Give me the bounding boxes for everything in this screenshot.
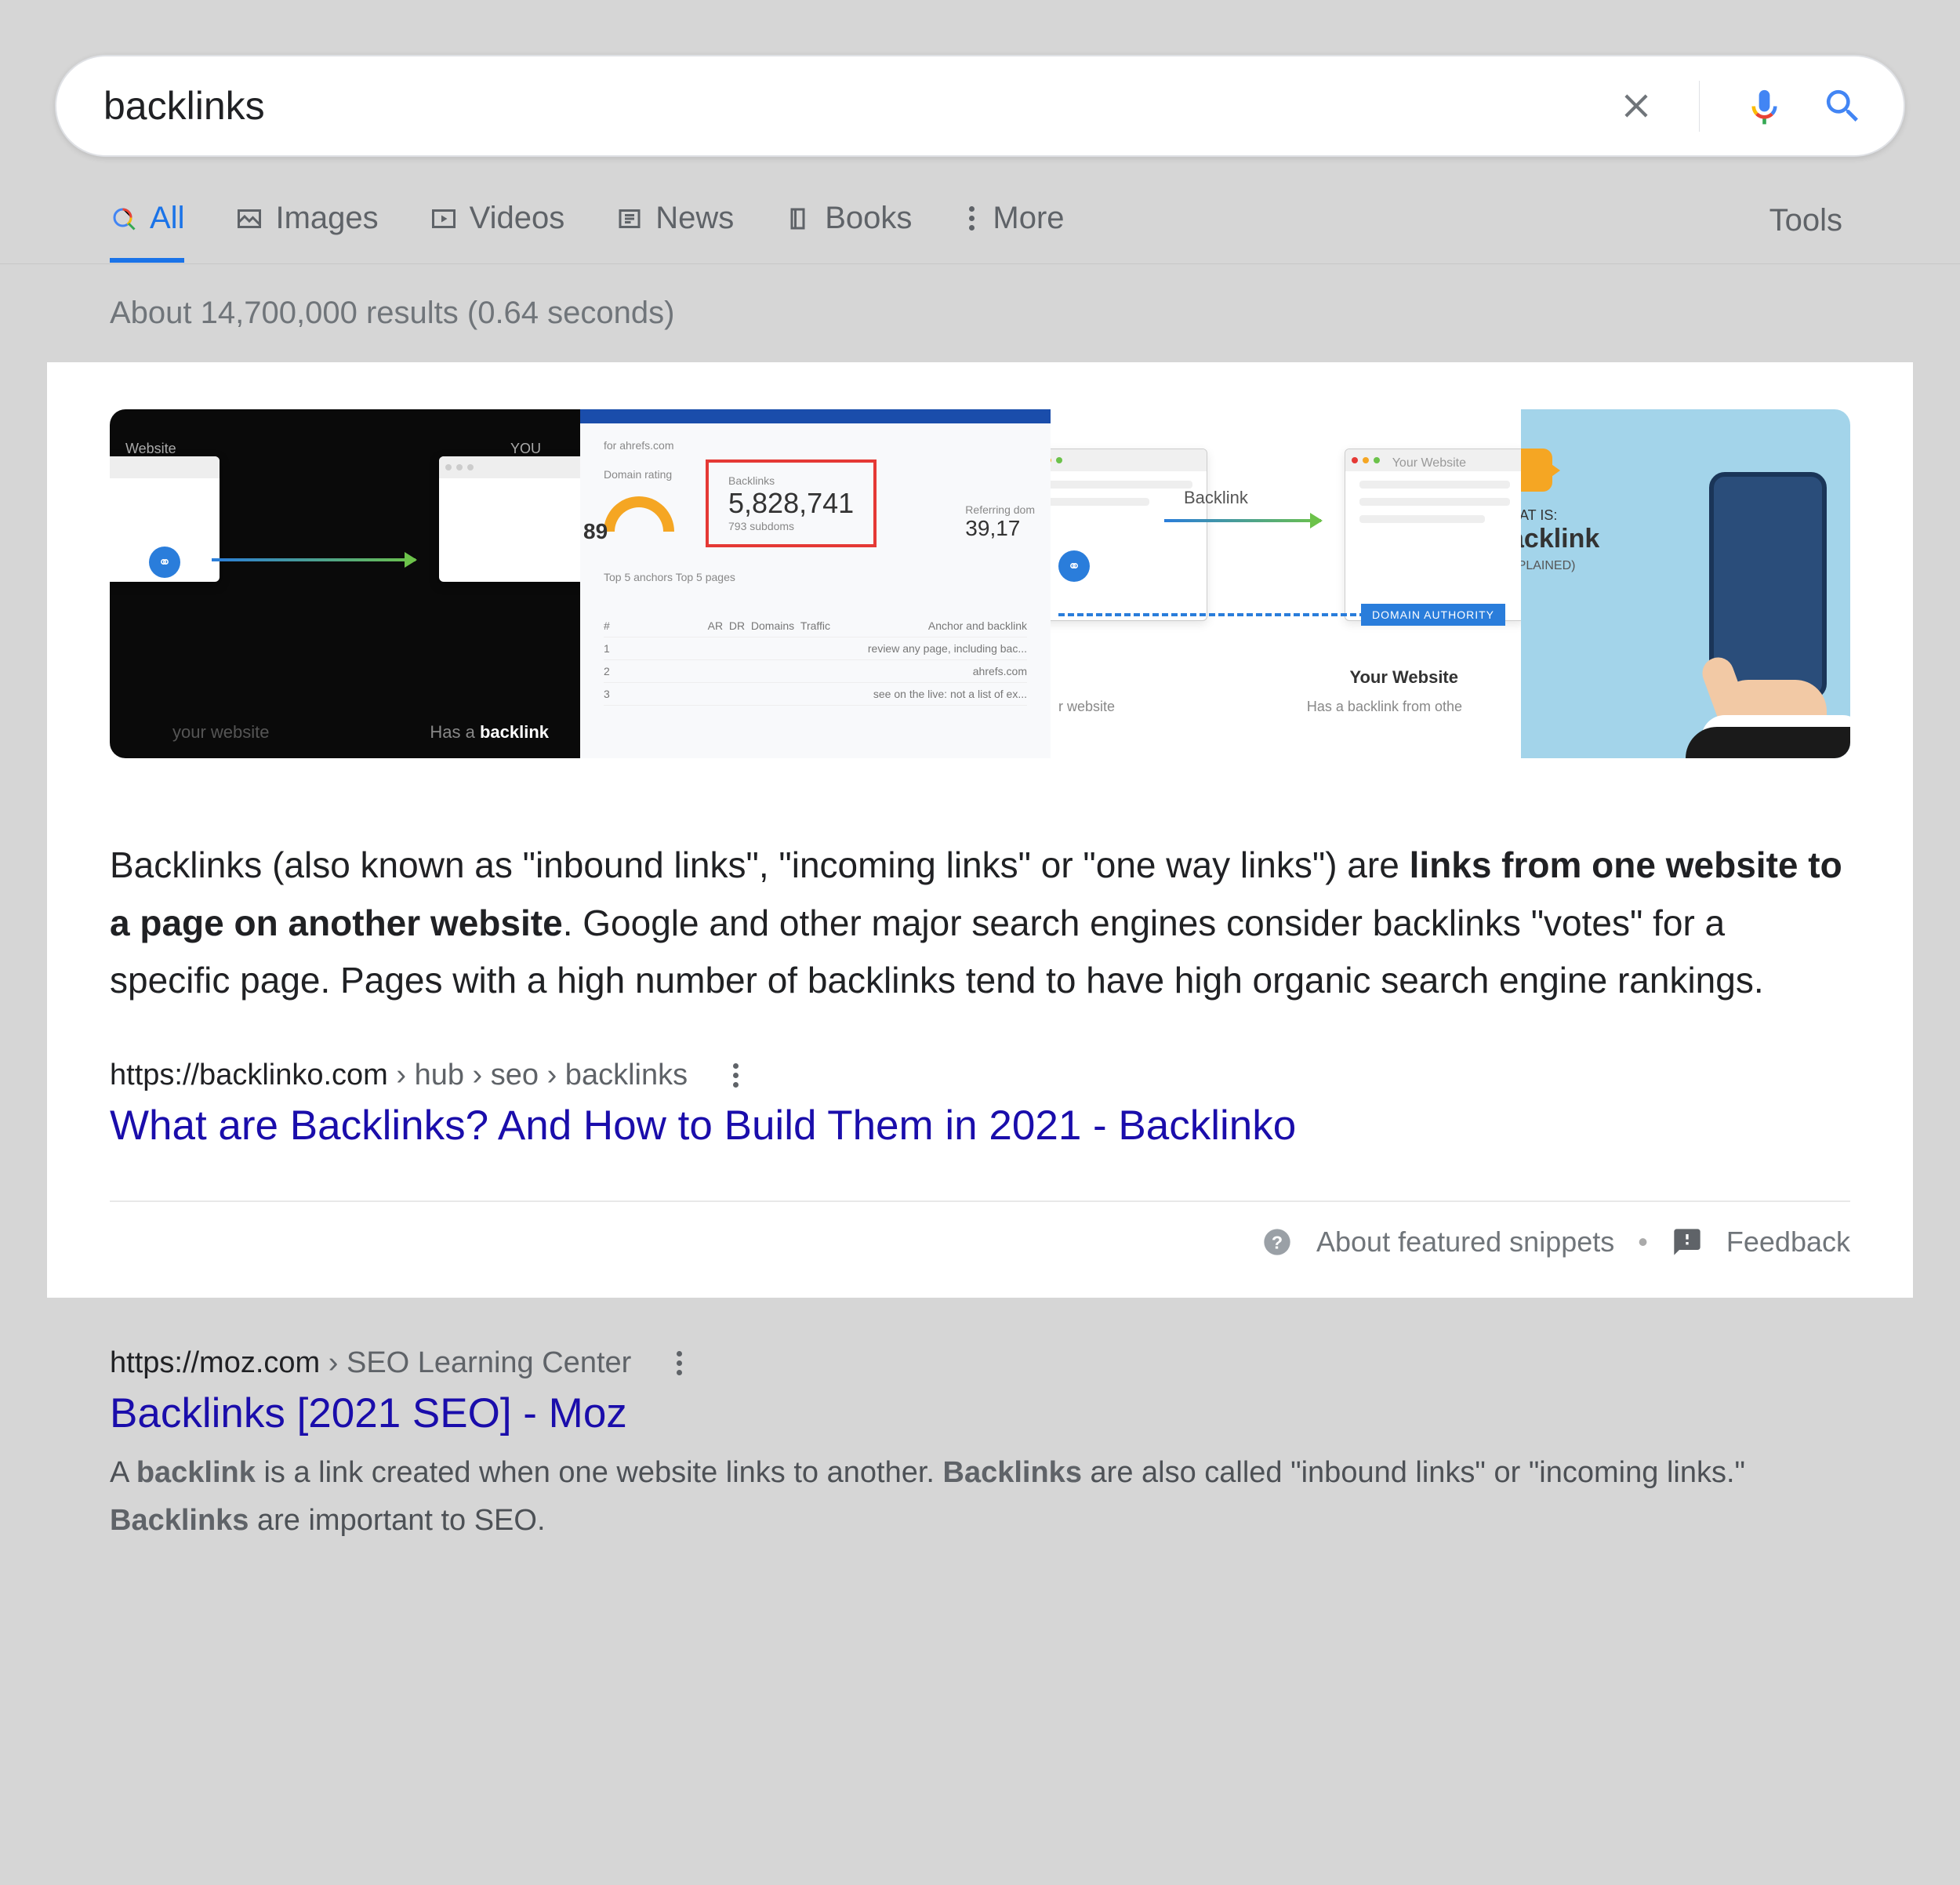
thumb1-caption-left: your website bbox=[172, 722, 270, 743]
featured-snippet: Website YOU ⚭ your website Has a backlin… bbox=[47, 362, 1913, 1298]
tab-news[interactable]: News bbox=[615, 201, 734, 263]
tab-videos[interactable]: Videos bbox=[430, 201, 565, 263]
search-bar bbox=[55, 55, 1905, 157]
more-options-icon[interactable] bbox=[727, 1057, 745, 1094]
thumb2-backlinks: 5,828,741 bbox=[728, 487, 854, 520]
thumb3-backlink-label: Backlink bbox=[1184, 488, 1248, 508]
result2-path: › SEO Learning Center bbox=[320, 1346, 631, 1379]
thumbnail-2[interactable]: for ahrefs.com Domain rating 89 Backlink… bbox=[580, 409, 1051, 758]
about-snippets-link[interactable]: About featured snippets bbox=[1316, 1226, 1614, 1258]
tab-images[interactable]: Images bbox=[235, 201, 378, 263]
feedback-link[interactable]: Feedback bbox=[1726, 1226, 1850, 1258]
separator: • bbox=[1638, 1226, 1648, 1258]
featured-title[interactable]: What are Backlinks? And How to Build The… bbox=[110, 1102, 1850, 1150]
result2-url: https://moz.com › SEO Learning Center bbox=[110, 1345, 1850, 1382]
tab-more[interactable]: More bbox=[963, 200, 1064, 263]
image-carousel: Website YOU ⚭ your website Has a backlin… bbox=[110, 409, 1850, 758]
thumb2-refdom: 39,17 bbox=[965, 516, 1035, 541]
search-mini-icon bbox=[110, 205, 138, 233]
arrow-icon bbox=[212, 558, 416, 561]
divider bbox=[1699, 81, 1700, 132]
tab-more-label: More bbox=[993, 201, 1064, 236]
search-icon[interactable] bbox=[1821, 85, 1864, 128]
thumb4-text: HAT IS: acklink XPLAINED) bbox=[1521, 507, 1599, 573]
thumb3-badge: DOMAIN AUTHORITY bbox=[1361, 604, 1505, 626]
thumb1-caption-right: Has a backlink bbox=[430, 722, 549, 743]
tab-news-label: News bbox=[655, 201, 734, 236]
news-icon bbox=[615, 205, 644, 233]
image-icon bbox=[235, 205, 263, 233]
thumb3-top-label: Your Website bbox=[1392, 456, 1466, 470]
book-icon bbox=[785, 205, 813, 233]
tab-books[interactable]: Books bbox=[785, 201, 912, 263]
featured-url: https://backlinko.com › hub › seo › back… bbox=[110, 1057, 1850, 1094]
thumb3-bottom-left: r website bbox=[1058, 699, 1115, 715]
snippet-description: Backlinks (also known as "inbound links"… bbox=[110, 837, 1850, 1010]
tab-all-label: All bbox=[150, 201, 184, 236]
help-icon: ? bbox=[1261, 1226, 1293, 1258]
thumb3-your-website: Your Website bbox=[1349, 667, 1458, 688]
featured-domain: https://backlinko.com bbox=[110, 1059, 388, 1091]
thumb2-refdom-label: Referring dom bbox=[965, 503, 1035, 516]
organic-result: https://moz.com › SEO Learning Center Ba… bbox=[0, 1298, 1960, 1545]
result-stats: About 14,700,000 results (0.64 seconds) bbox=[0, 264, 1960, 362]
link-icon: ⚭ bbox=[149, 547, 180, 578]
video-icon bbox=[430, 205, 458, 233]
hand-illustration bbox=[1678, 656, 1850, 758]
chat-icon bbox=[1521, 449, 1552, 492]
svg-text:?: ? bbox=[1272, 1232, 1283, 1252]
mic-icon[interactable] bbox=[1743, 85, 1786, 128]
thumb2-subcount: 793 subdoms bbox=[728, 520, 854, 532]
more-options-icon[interactable] bbox=[670, 1345, 688, 1382]
tabs-row: All Images Videos News Books More Tools bbox=[0, 157, 1960, 264]
feedback-icon bbox=[1671, 1226, 1703, 1258]
tools-button[interactable]: Tools bbox=[1769, 203, 1842, 260]
thumb3-has: Has a backlink from othe bbox=[1307, 699, 1462, 715]
thumb2-rating-label: Domain rating bbox=[604, 468, 674, 481]
tab-books-label: Books bbox=[825, 201, 912, 236]
clear-icon[interactable] bbox=[1617, 86, 1656, 125]
thumb1-label-left: Website bbox=[125, 441, 176, 457]
search-input[interactable] bbox=[103, 83, 1617, 129]
tab-all[interactable]: All bbox=[110, 201, 184, 263]
featured-path: › hub › seo › backlinks bbox=[388, 1059, 688, 1091]
result2-title[interactable]: Backlinks [2021 SEO] - Moz bbox=[110, 1389, 1850, 1437]
tab-images-label: Images bbox=[275, 201, 378, 236]
result2-domain: https://moz.com bbox=[110, 1346, 320, 1379]
thumb2-filters: Top 5 anchors Top 5 pages bbox=[604, 571, 1027, 583]
thumb1-label-right: YOU bbox=[510, 441, 541, 457]
thumbnail-3[interactable]: Your Website ⚭ Backlink DOMAIN AUTHORITY… bbox=[1051, 409, 1521, 758]
thumb2-rating: 89 bbox=[583, 519, 608, 544]
more-icon bbox=[963, 200, 981, 237]
arrow-icon bbox=[1164, 519, 1321, 522]
link-icon: ⚭ bbox=[1058, 550, 1090, 582]
result2-description: A backlink is a link created when one we… bbox=[110, 1449, 1850, 1545]
thumbnail-1[interactable]: Website YOU ⚭ your website Has a backlin… bbox=[110, 409, 580, 758]
thumb2-backlinks-label: Backlinks bbox=[728, 474, 854, 487]
thumb2-header: for ahrefs.com bbox=[604, 439, 1027, 452]
tab-videos-label: Videos bbox=[470, 201, 565, 236]
thumbnail-4[interactable]: HAT IS: acklink XPLAINED) bbox=[1521, 409, 1850, 758]
